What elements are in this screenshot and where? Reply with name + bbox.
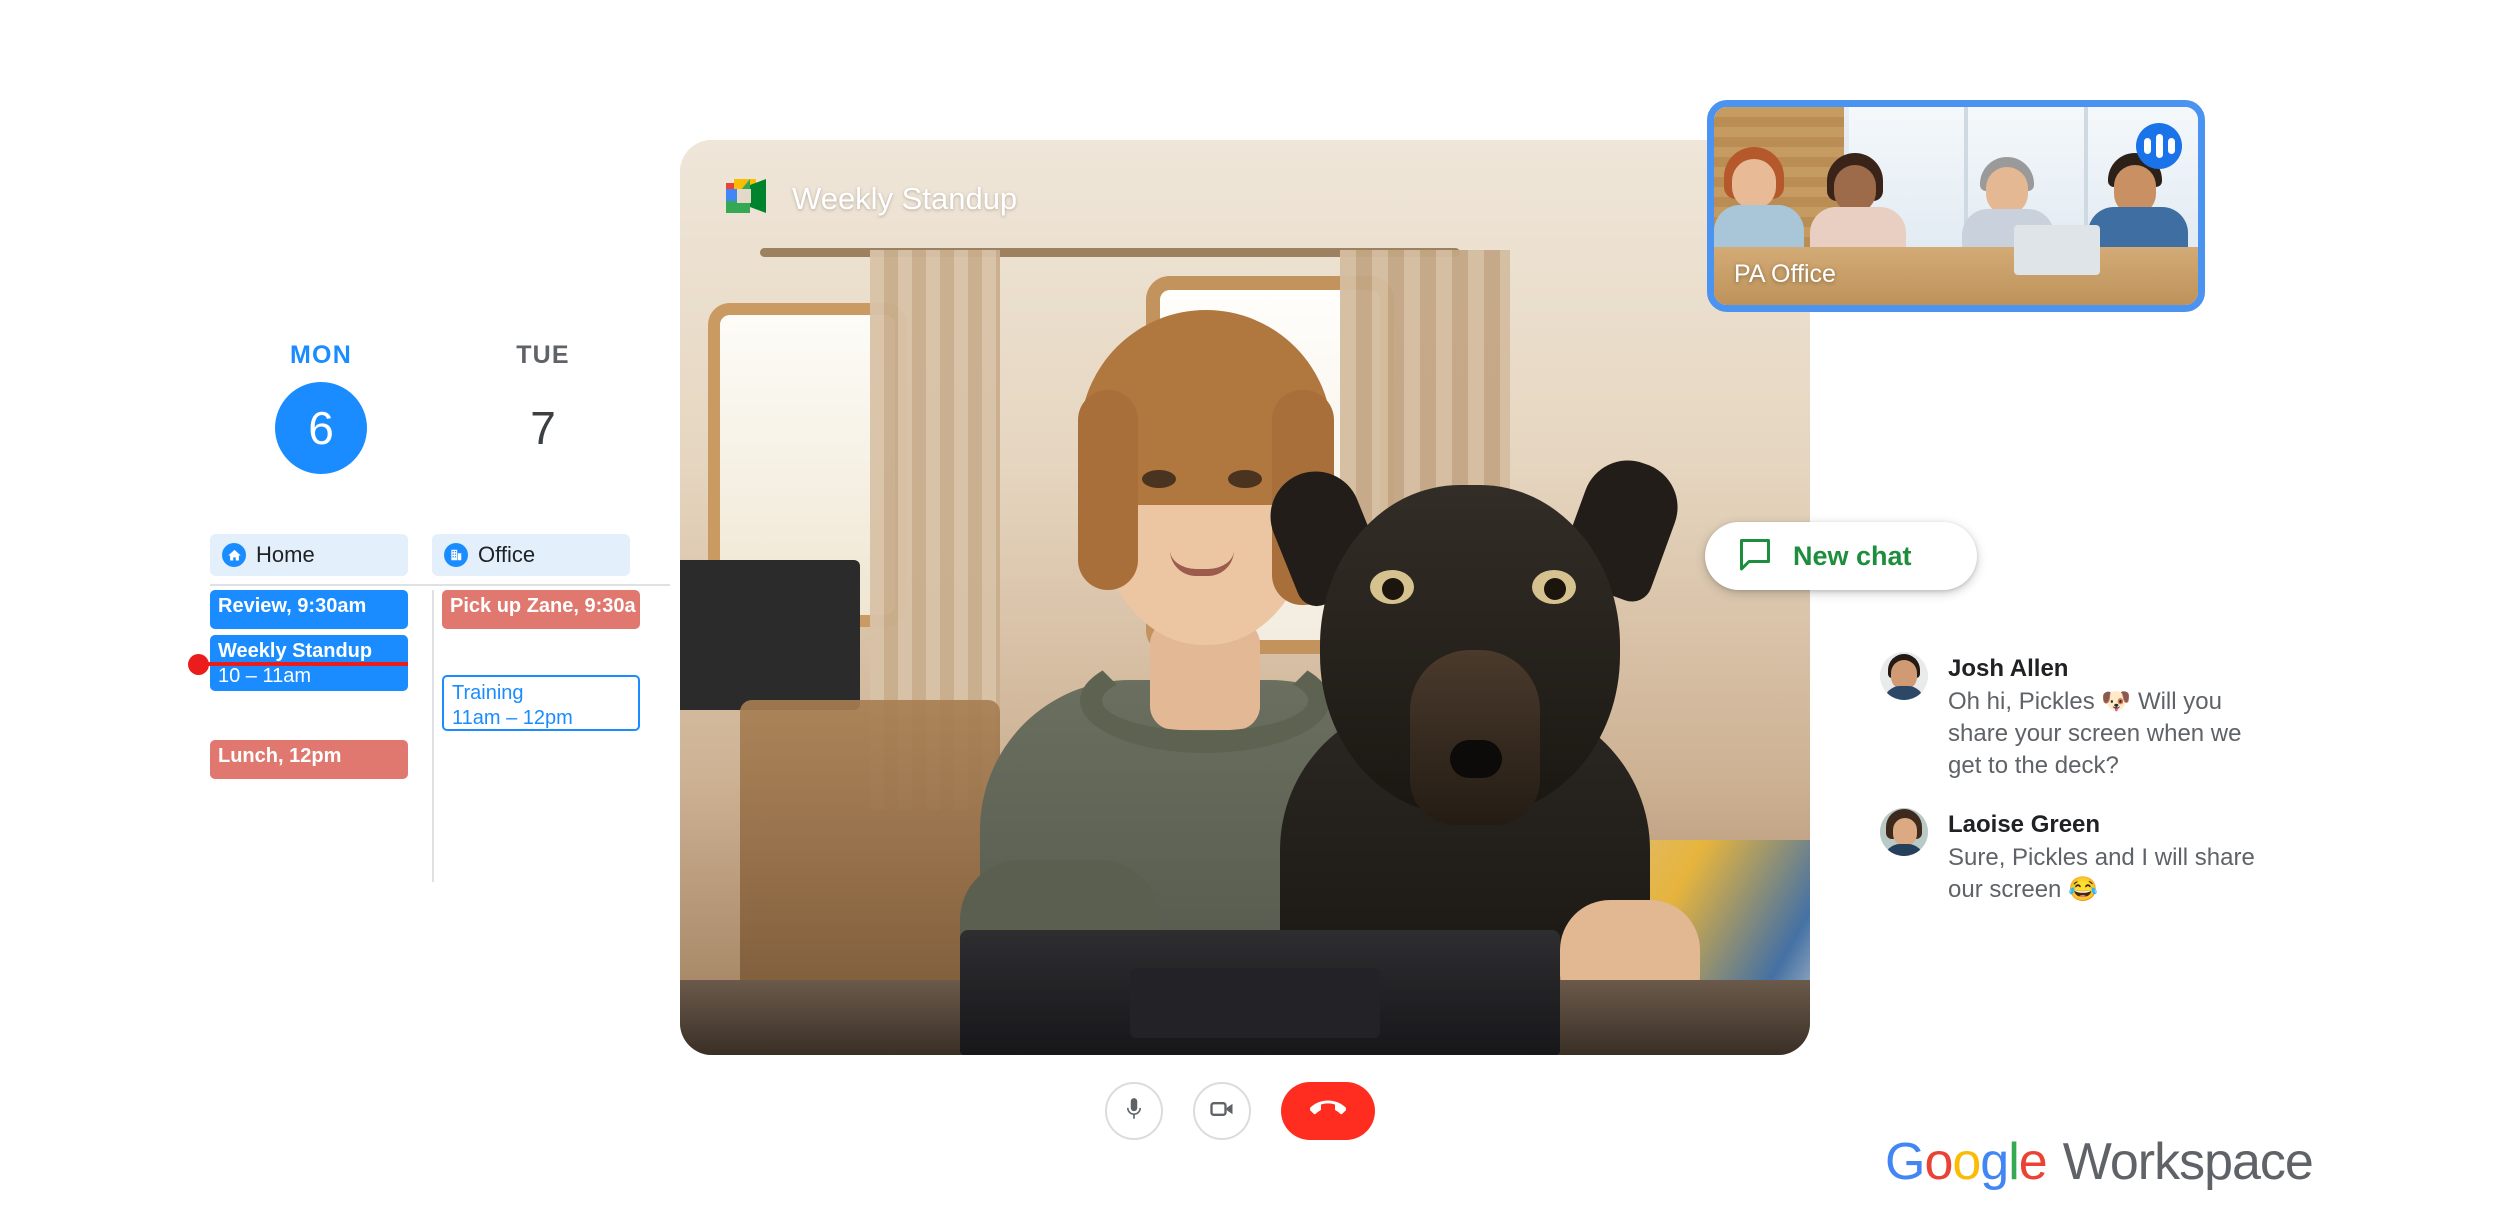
- working-location-label: Home: [256, 542, 315, 567]
- call-controls-bar: [1105, 1082, 1375, 1140]
- new-chat-button[interactable]: New chat: [1705, 522, 1977, 590]
- chat-message-body: Josh Allen Oh hi, Pickles 🐶 Will you sha…: [1948, 652, 2440, 782]
- chat-bubble-icon: [1737, 537, 1773, 576]
- calendar-event[interactable]: Lunch, 12pm: [210, 740, 408, 779]
- chat-message-list: Josh Allen Oh hi, Pickles 🐶 Will you sha…: [1880, 652, 2440, 932]
- chat-sender-name: Laoise Green: [1948, 811, 2101, 838]
- event-title: Pick up Zane, 9:30a: [450, 595, 636, 617]
- google-workspace-logo: Google Workspace: [1885, 1132, 2314, 1192]
- day-of-week-label: MON: [290, 341, 352, 369]
- calendar-panel: MON 6 TUE 7 Home Office Review, 9:30am W…: [188, 340, 670, 882]
- microphone-button[interactable]: [1105, 1082, 1163, 1140]
- event-time: 11am – 12pm: [452, 707, 573, 729]
- video-scene-headphones: [1080, 648, 1330, 753]
- chat-message-text: Sure, Pickles and I will share our scree…: [1948, 844, 2255, 903]
- calendar-event[interactable]: Pick up Zane, 9:30a: [442, 590, 640, 629]
- video-scene-laptop-trackpad: [1130, 968, 1380, 1038]
- video-scene-dog-pupil: [1544, 578, 1566, 600]
- google-wordmark: Google: [1885, 1133, 2048, 1191]
- video-camera-icon: [1208, 1095, 1236, 1128]
- home-icon: [222, 543, 246, 567]
- pip-scene-person-head: [1732, 159, 1776, 209]
- chat-message-body: Laoise Green Sure, Pickles and I will sh…: [1948, 808, 2440, 906]
- event-title: Training: [452, 682, 524, 704]
- current-time-dot: [188, 654, 209, 675]
- new-chat-label: New chat: [1793, 540, 1912, 571]
- calendar-day-header-monday[interactable]: MON 6: [210, 340, 432, 474]
- pip-tile-label: PA Office: [1734, 260, 1836, 288]
- event-time: 10 – 11am: [218, 665, 312, 687]
- meeting-title: Weekly Standup: [792, 180, 1018, 216]
- phone-hangup-icon: [1309, 1091, 1347, 1132]
- meeting-header: Weekly Standup: [720, 175, 1017, 222]
- day-of-week-label: TUE: [516, 341, 570, 369]
- working-location-chip-home[interactable]: Home: [210, 534, 408, 576]
- chat-message-text: Oh hi, Pickles 🐶 Will you share your scr…: [1948, 688, 2242, 779]
- video-scene-person-eye: [1142, 470, 1176, 488]
- office-building-icon: [444, 543, 468, 567]
- pip-scene-laptop: [2014, 225, 2100, 275]
- workspace-wordmark: Workspace: [2062, 1133, 2314, 1191]
- day-number-wrap: 6: [210, 382, 432, 474]
- pip-scene-person-head: [1986, 167, 2028, 215]
- event-title: Review, 9:30am: [218, 595, 367, 617]
- pip-video-tile-pa-office[interactable]: PA Office: [1707, 100, 2205, 312]
- chat-message[interactable]: Josh Allen Oh hi, Pickles 🐶 Will you sha…: [1880, 652, 2440, 782]
- audio-level-icon: [2136, 123, 2182, 169]
- video-scene-person-eye: [1228, 470, 1262, 488]
- event-title: Lunch, 12pm: [218, 745, 342, 767]
- calendar-event-grid: Review, 9:30am Weekly Standup 10 – 11am …: [188, 590, 670, 880]
- avatar: [1880, 652, 1928, 700]
- day-number-today[interactable]: 6: [275, 382, 367, 474]
- video-scene-person-hair: [1078, 390, 1138, 590]
- camera-button[interactable]: [1193, 1082, 1251, 1140]
- calendar-header-divider: [210, 584, 670, 586]
- video-scene-dog-nose: [1450, 740, 1502, 778]
- microphone-icon: [1121, 1096, 1147, 1127]
- calendar-day-header-tuesday[interactable]: TUE 7: [432, 340, 654, 474]
- end-call-button[interactable]: [1281, 1082, 1375, 1140]
- pip-scene-person-head: [1834, 165, 1876, 213]
- main-video-tile[interactable]: Weekly Standup: [680, 140, 1810, 1055]
- calendar-event-training[interactable]: Training 11am – 12pm: [442, 675, 640, 731]
- calendar-day-headers: MON 6 TUE 7: [210, 340, 670, 530]
- chat-message[interactable]: Laoise Green Sure, Pickles and I will sh…: [1880, 808, 2440, 906]
- current-time-marker: [188, 654, 408, 675]
- calendar-event[interactable]: Review, 9:30am: [210, 590, 408, 629]
- video-scene-dog-snout: [1410, 650, 1540, 825]
- day-number[interactable]: 7: [497, 382, 589, 474]
- day-number-wrap: 7: [432, 382, 654, 474]
- avatar: [1880, 808, 1928, 856]
- working-location-row: Home Office: [210, 534, 670, 576]
- app-canvas: MON 6 TUE 7 Home Office Review, 9:30am W…: [0, 0, 2500, 1232]
- video-scene-dog-pupil: [1382, 578, 1404, 600]
- event-title: Weekly Standup: [218, 640, 373, 662]
- working-location-label: Office: [478, 542, 536, 567]
- video-scene-monitor: [680, 560, 860, 710]
- google-meet-icon: [720, 175, 772, 222]
- chat-sender-name: Josh Allen: [1948, 655, 2069, 682]
- working-location-chip-office[interactable]: Office: [432, 534, 630, 576]
